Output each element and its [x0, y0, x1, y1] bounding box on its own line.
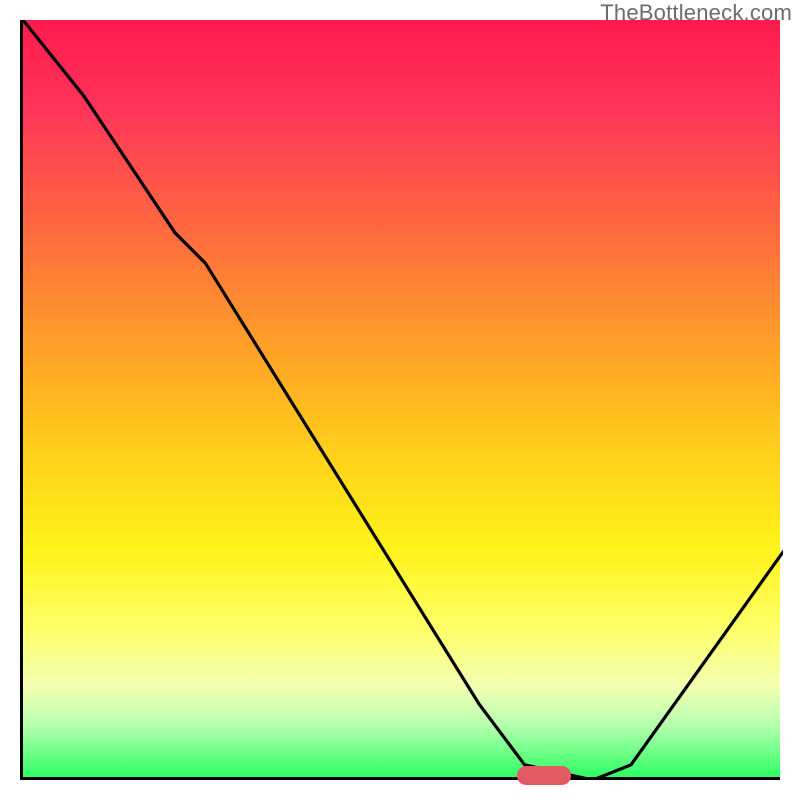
- curve-svg: [23, 20, 783, 780]
- optimal-marker: [517, 766, 571, 784]
- chart-container: TheBottleneck.com: [0, 0, 800, 800]
- bottleneck-curve: [23, 20, 783, 780]
- plot-area: [20, 20, 780, 780]
